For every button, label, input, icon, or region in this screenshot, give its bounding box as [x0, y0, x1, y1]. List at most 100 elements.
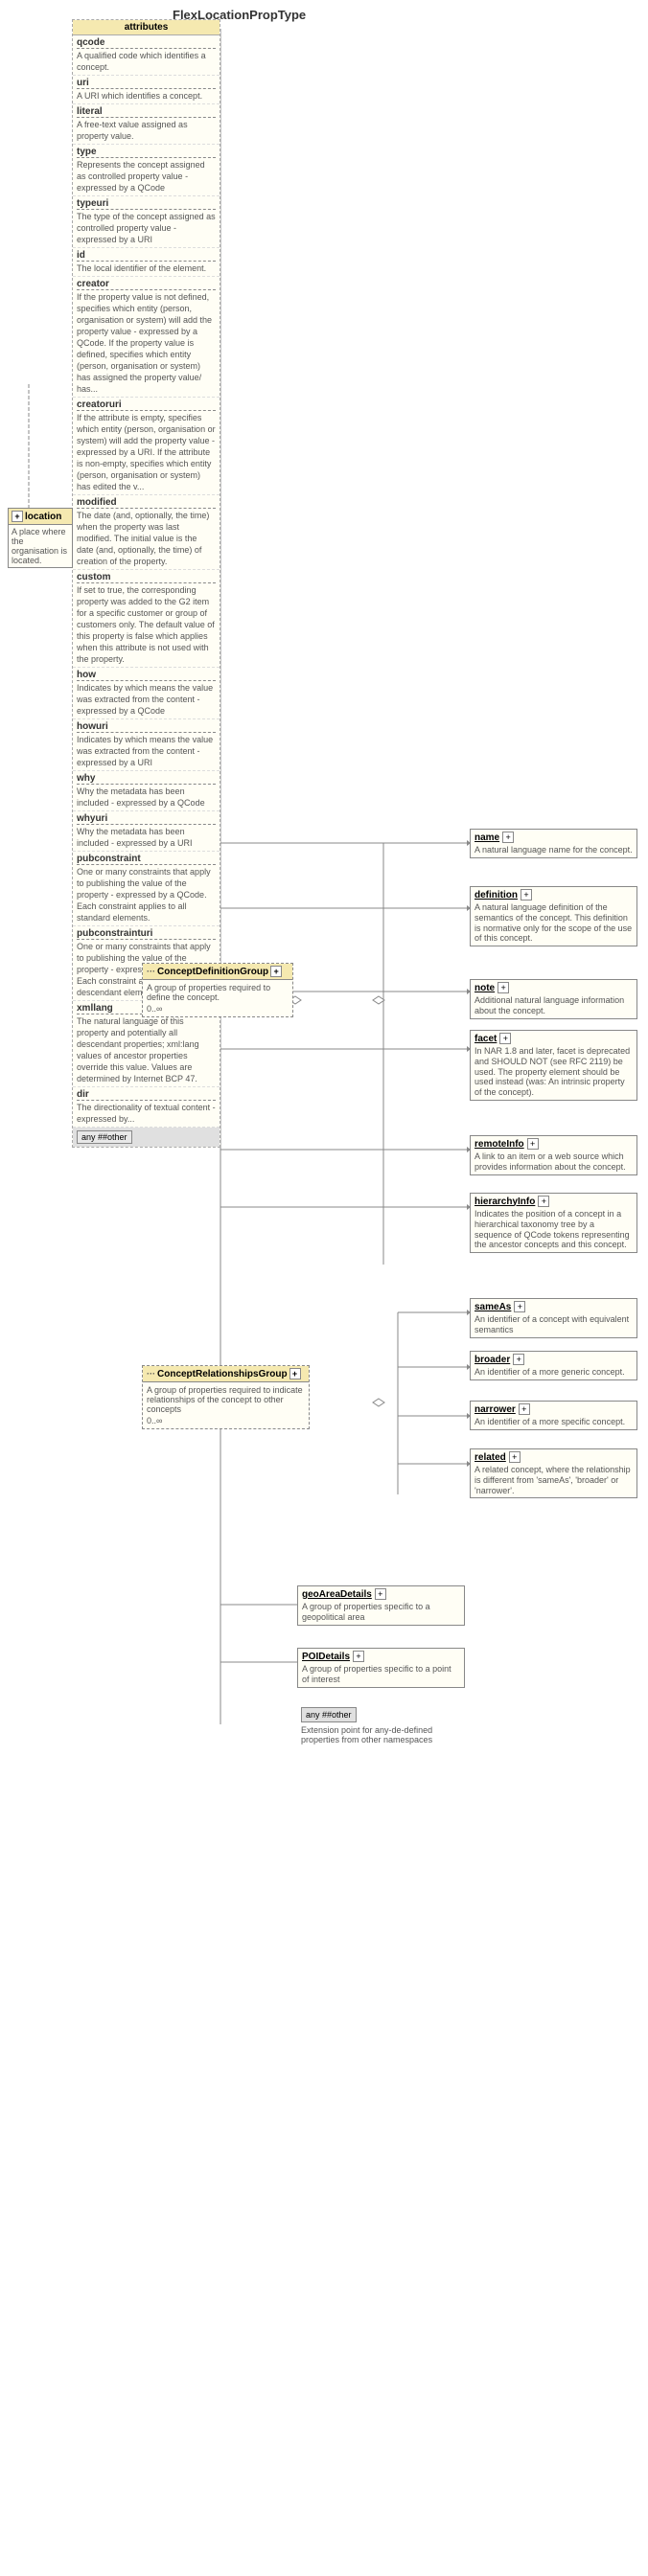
attr-type: type Represents the concept assigned as …	[73, 145, 220, 196]
location-desc: A place where the organisation is locate…	[9, 525, 72, 567]
broader-element-header: broader +	[474, 1354, 633, 1365]
definition-element-title: definition	[474, 890, 518, 900]
related-element-title: related	[474, 1452, 506, 1463]
concept-rel-expand[interactable]: +	[289, 1368, 301, 1379]
attr-modified: modified The date (and, optionally, the …	[73, 495, 220, 570]
attr-why-desc: Why the metadata has been included - exp…	[77, 786, 205, 808]
concept-def-dots: ···	[147, 967, 155, 976]
concept-def-expand[interactable]: +	[270, 966, 282, 977]
poidetails-element-title: POIDetails	[302, 1652, 350, 1662]
attr-creatoruri-name: creatoruri	[77, 399, 216, 411]
remoteinfo-element-desc: A link to an item or a web source which …	[474, 1151, 633, 1173]
poidetails-element-desc: A group of properties specific to a poin…	[302, 1664, 460, 1685]
attr-how-name: how	[77, 670, 216, 681]
definition-expand-icon[interactable]: +	[521, 889, 532, 900]
geoareadetails-expand-icon[interactable]: +	[375, 1588, 386, 1600]
sameas-element-header: sameAs +	[474, 1301, 633, 1312]
note-element-desc: Additional natural language information …	[474, 995, 633, 1016]
attr-creatoruri-desc: If the attribute is empty, specifies whi…	[77, 413, 216, 491]
narrower-expand-icon[interactable]: +	[519, 1403, 530, 1415]
note-element-box: note + Additional natural language infor…	[470, 979, 637, 1019]
attr-modified-desc: The date (and, optionally, the time) whe…	[77, 511, 209, 566]
geoareadetails-element-desc: A group of properties specific to a geop…	[302, 1602, 460, 1623]
any-other-label: any ##other	[77, 1130, 132, 1144]
note-element-title: note	[474, 983, 495, 993]
location-title: + location	[9, 509, 72, 525]
concept-rel-dots: ···	[147, 1369, 155, 1379]
concept-def-cardinality: 0..∞	[147, 1004, 289, 1014]
hierarchyinfo-expand-icon[interactable]: +	[538, 1196, 549, 1207]
name-element-box: name + A natural language name for the c…	[470, 829, 637, 858]
attr-uri: uri A URI which identifies a concept.	[73, 76, 220, 104]
attr-creator-desc: If the property value is not defined, sp…	[77, 292, 212, 394]
any-other-bottom-label: any ##other	[301, 1707, 357, 1722]
attr-literal-desc: A free-text value assigned as property v…	[77, 120, 188, 141]
poidetails-element-header: POIDetails +	[302, 1651, 460, 1662]
attributes-title: attributes	[73, 20, 220, 35]
attr-whyuri-desc: Why the metadata has been included - exp…	[77, 827, 193, 848]
attr-how: how Indicates by which means the value w…	[73, 668, 220, 719]
attr-custom-desc: If set to true, the corresponding proper…	[77, 585, 215, 664]
attr-why: why Why the metadata has been included -…	[73, 771, 220, 811]
concept-def-group-box: ··· ConceptDefinitionGroup + A group of …	[142, 963, 293, 1017]
poidetails-expand-icon[interactable]: +	[353, 1651, 364, 1662]
note-expand-icon[interactable]: +	[498, 982, 509, 993]
broader-element-box: broader + An identifier of a more generi…	[470, 1351, 637, 1380]
attr-pubconstraint-desc: One or many constraints that apply to pu…	[77, 867, 211, 923]
poidetails-element-box: POIDetails + A group of properties speci…	[297, 1648, 465, 1688]
attr-creatoruri: creatoruri If the attribute is empty, sp…	[73, 398, 220, 495]
note-element-header: note +	[474, 982, 633, 993]
narrower-element-title: narrower	[474, 1404, 516, 1415]
geoareadetails-element-box: geoAreaDetails + A group of properties s…	[297, 1585, 465, 1626]
remoteinfo-expand-icon[interactable]: +	[527, 1138, 539, 1150]
broader-element-desc: An identifier of a more generic concept.	[474, 1367, 633, 1378]
facet-element-title: facet	[474, 1034, 497, 1044]
concept-def-title: ··· ConceptDefinitionGroup +	[143, 964, 292, 980]
attr-howuri: howuri Indicates by which means the valu…	[73, 719, 220, 771]
attr-type-desc: Represents the concept assigned as contr…	[77, 160, 205, 193]
broader-element-title: broader	[474, 1355, 510, 1365]
concept-rel-group-box: ··· ConceptRelationshipsGroup + A group …	[142, 1365, 310, 1429]
attr-dir-name: dir	[77, 1089, 216, 1101]
related-element-header: related +	[474, 1451, 633, 1463]
name-element-header: name +	[474, 832, 633, 843]
broader-expand-icon[interactable]: +	[513, 1354, 524, 1365]
facet-element-header: facet +	[474, 1033, 633, 1044]
concept-rel-cardinality: 0..∞	[147, 1416, 305, 1425]
any-other-bottom-container: any ##other Extension point for any-de-d…	[297, 1705, 465, 1746]
attr-modified-name: modified	[77, 497, 216, 509]
related-element-box: related + A related concept, where the r…	[470, 1448, 637, 1498]
attr-uri-name: uri	[77, 78, 216, 89]
concept-rel-title: ··· ConceptRelationshipsGroup +	[143, 1366, 309, 1382]
concept-def-content: A group of properties required to define…	[143, 980, 292, 1016]
narrower-element-header: narrower +	[474, 1403, 633, 1415]
sameas-element-box: sameAs + An identifier of a concept with…	[470, 1298, 637, 1338]
attr-id: id The local identifier of the element.	[73, 248, 220, 277]
related-expand-icon[interactable]: +	[509, 1451, 521, 1463]
attr-howuri-desc: Indicates by which means the value was e…	[77, 735, 213, 767]
name-element-desc: A natural language name for the concept.	[474, 845, 633, 855]
narrower-element-box: narrower + An identifier of a more speci…	[470, 1401, 637, 1430]
attr-typeuri-desc: The type of the concept assigned as cont…	[77, 212, 216, 244]
location-expand-icon[interactable]: +	[12, 511, 23, 522]
attr-how-desc: Indicates by which means the value was e…	[77, 683, 213, 716]
attr-pubconstraint-name: pubconstraint	[77, 854, 216, 865]
sameas-element-desc: An identifier of a concept with equivale…	[474, 1314, 633, 1335]
facet-expand-icon[interactable]: +	[499, 1033, 511, 1044]
diagram-container: FlexLocationPropType	[0, 0, 648, 2576]
definition-element-box: definition + A natural language definiti…	[470, 886, 637, 946]
related-element-desc: A related concept, where the relationshi…	[474, 1465, 633, 1495]
attr-dir: dir The directionality of textual conten…	[73, 1087, 220, 1128]
sameas-expand-icon[interactable]: +	[514, 1301, 525, 1312]
geoareadetails-element-header: geoAreaDetails +	[302, 1588, 460, 1600]
attr-whyuri-name: whyuri	[77, 813, 216, 825]
concept-rel-desc: A group of properties required to indica…	[147, 1385, 305, 1414]
attr-id-desc: The local identifier of the element.	[77, 263, 206, 273]
name-expand-icon[interactable]: +	[502, 832, 514, 843]
attr-literal: literal A free-text value assigned as pr…	[73, 104, 220, 145]
attr-creator-name: creator	[77, 279, 216, 290]
attr-type-name: type	[77, 147, 216, 158]
name-element-title: name	[474, 832, 499, 843]
concept-rel-content: A group of properties required to indica…	[143, 1382, 309, 1428]
concept-def-desc: A group of properties required to define…	[147, 983, 289, 1002]
